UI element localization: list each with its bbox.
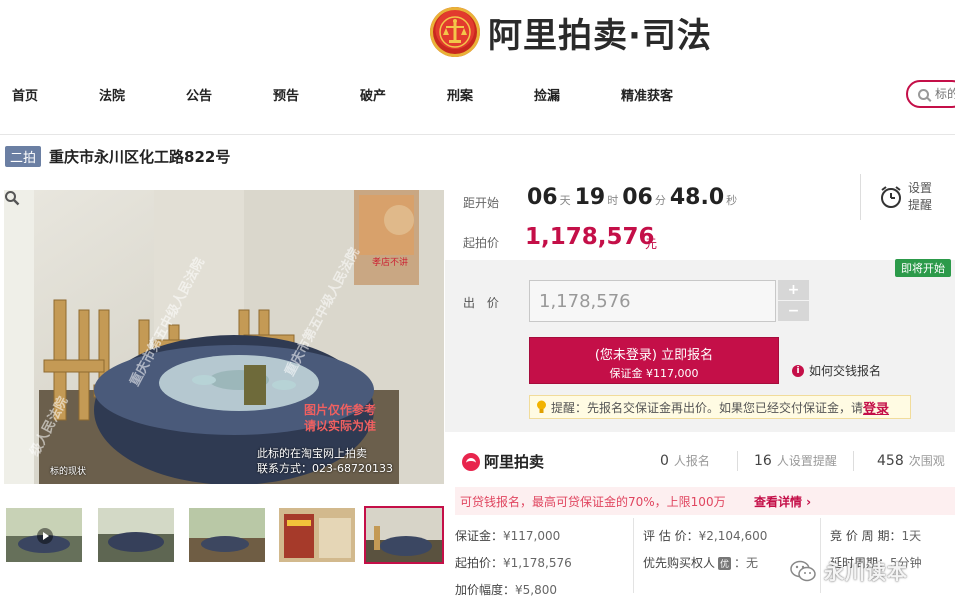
thumbnail-3[interactable] [189,508,265,562]
alipaimai-text: 阿里拍卖 [484,453,545,471]
thumbnail-5-active[interactable] [364,506,444,564]
decrease-bid-button[interactable]: − [778,301,809,321]
alipaimai-icon [462,452,480,471]
appraisal-info: 评 估 价：¥2,104,600 [643,529,768,543]
thumbnail-video[interactable] [6,508,82,562]
start-price-label: 起拍价 [463,236,500,250]
page-title: 重庆市永川区化工路822号 [49,148,231,166]
increment-info: 加价幅度：¥5,800 [455,583,558,597]
room-photo-illustration: 孝店不讲 [4,190,444,484]
priority-buyer-info: 优先购买权人优：无 [643,556,759,570]
listing-title-row: 二拍 重庆市永川区化工路822号 [5,146,230,167]
alipaimai-logo: 阿里拍卖 [462,451,544,472]
nav-item-bargain[interactable]: 捡漏 [534,85,560,104]
alarm-clock-icon[interactable] [878,184,904,210]
howto-pay-link[interactable]: i 如何交钱报名 [792,362,881,379]
bid-period-info: 竞 价 周 期：1天 [830,529,922,543]
minutes-unit: 分 [654,194,666,207]
nav-item-court[interactable]: 法院 [99,85,125,104]
watermark-text: 永川读本 [824,560,908,584]
site-logo[interactable]: 阿里拍卖·司法 [430,4,712,60]
countdown-timer: 06 天 19 时 06 分 48.0 秒 [527,185,741,210]
hours-unit: 时 [607,194,619,207]
court-emblem-icon [430,7,480,57]
howto-pay-label: 如何交钱报名 [809,364,882,378]
countdown-seconds: 48.0 [669,185,725,210]
thumbnail-image [189,508,265,562]
column-divider [633,518,634,593]
signup-button[interactable]: (您未登录) 立即报名 保证金 ¥117,000 [529,337,779,384]
nav-item-criminal[interactable]: 刑案 [447,85,473,104]
priority-icon: 优 [718,557,732,570]
seconds-unit: 秒 [726,194,738,207]
bid-label: 出 价 [463,296,503,310]
countdown-days: 06 [527,185,558,210]
countdown-minutes: 06 [622,185,653,210]
photo-caption: 标的现状 [50,467,87,477]
increase-bid-button[interactable]: + [778,280,809,300]
info-icon: i [792,364,804,377]
login-link[interactable]: 登录 [863,398,889,417]
view-count: 458 次围观 [877,453,945,469]
loan-details-link[interactable]: 查看详情 › [754,493,811,510]
tip-text: 提醒：先报名交保证金再出价。如果您已经交付保证金，请 [551,400,864,415]
deposit-info: 保证金：¥117,000 [455,529,561,543]
search-icon[interactable] [918,88,929,100]
set-reminder-button[interactable]: 设置 提醒 [908,180,932,214]
lightbulb-icon [537,400,546,413]
stat-divider [737,451,738,471]
round-badge: 二拍 [5,146,42,167]
search-input[interactable] [935,87,955,101]
thumbnail-image [279,508,355,562]
signup-count: 0 人报名 [660,453,710,469]
nav-item-notice[interactable]: 公告 [186,85,212,104]
logo-text: 阿里拍卖·司法 [488,15,712,56]
nav-item-leads[interactable]: 精准获客 [621,85,673,104]
signup-deposit-label: 保证金 ¥117,000 [609,367,699,380]
loan-banner: 可贷钱报名，最高可贷保证金的70%，上限100万 查看详情 › [455,487,955,515]
login-tip: 提醒：先报名交保证金再出价。如果您已经交付保证金，请 登录 [529,395,911,419]
play-icon[interactable] [37,528,53,544]
header-divider [0,134,955,135]
start-price: 1,178,576 [525,224,655,250]
main-nav: 首页 法院 公告 预告 破产 刑案 捡漏 精准获客 [0,78,955,110]
nav-item-preview[interactable]: 预告 [273,85,299,104]
thumbnail-2[interactable] [98,508,174,562]
signup-button-label: (您未登录) 立即报名 [594,348,714,363]
reminder-divider [860,174,861,220]
currency-unit: 元 [645,237,658,251]
zoom-icon[interactable] [4,190,20,206]
reminder-count: 16 人设置提醒 [754,453,837,469]
search-box[interactable] [906,80,955,108]
thumbnail-image [366,508,442,562]
thumbnail-strip [4,506,444,564]
main-photo[interactable]: 孝店不讲 重庆市第五中级人民法院 重庆市第五中级人民法院 级人民法院 图片仅作参… [4,190,444,484]
loan-text: 可贷钱报名，最高可贷保证金的70%，上限100万 [460,494,726,509]
photo-disclaimer: 图片仅作参考 请以实际为准 [304,403,377,433]
wechat-watermark: 永川读本 [790,556,908,585]
svg-text:孝店不讲: 孝店不讲 [372,256,408,268]
start-price-info: 起拍价：¥1,178,576 [455,556,572,570]
thumbnail-4[interactable] [279,508,355,562]
days-unit: 天 [559,194,571,207]
nav-item-home[interactable]: 首页 [12,85,38,104]
wechat-icon [790,560,816,581]
stat-divider [853,451,854,471]
status-badge: 即将开始 [895,259,951,277]
countdown-hours: 19 [574,185,606,210]
countdown-label: 距开始 [463,196,500,210]
thumbnail-image [98,508,174,562]
nav-item-bankruptcy[interactable]: 破产 [360,85,386,104]
bid-amount-input[interactable] [529,280,776,322]
photo-contact: 此标的在淘宝网上拍卖 联系方式：023-68720133 [257,447,393,475]
